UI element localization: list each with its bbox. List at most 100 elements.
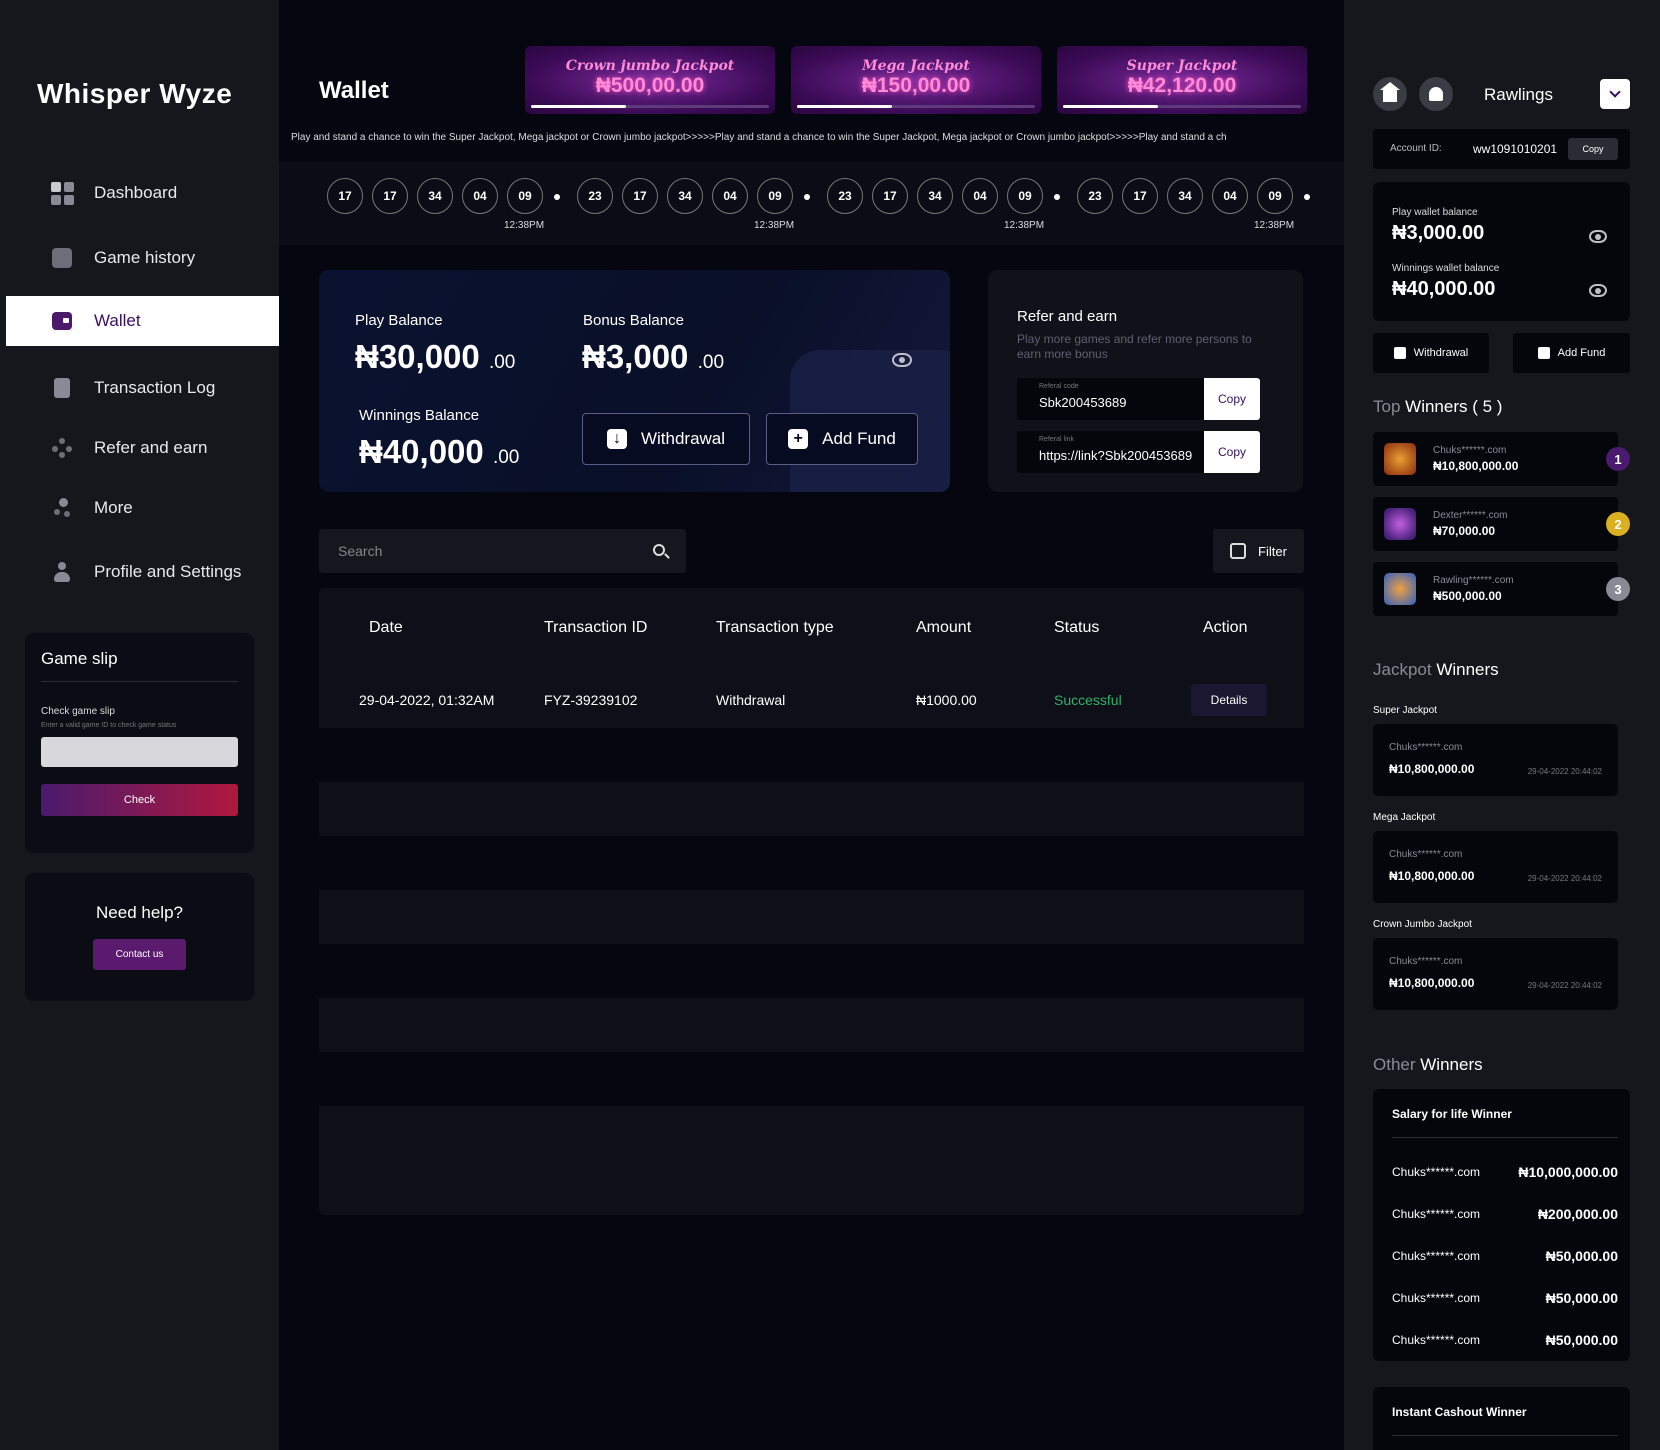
draw-separator-dot <box>804 194 810 200</box>
game-id-input[interactable] <box>41 737 238 767</box>
jackpot-winner-card: Chuks******.com ₦10,800,000.00 29-04-202… <box>1373 938 1618 1010</box>
draw-ball: 09 <box>1257 178 1293 214</box>
copy-link-button[interactable]: Copy <box>1204 431 1260 473</box>
top-winner-item[interactable]: Dexter******.com ₦70,000.00 <box>1373 497 1618 551</box>
filter-button[interactable]: Filter <box>1213 529 1304 573</box>
search-input[interactable] <box>319 529 639 573</box>
column-header: Date <box>369 619 403 636</box>
draw-ball: 34 <box>1167 178 1203 214</box>
game-slip-hint: Enter a valid game ID to check game stat… <box>41 722 177 729</box>
draw-ball: 17 <box>872 178 908 214</box>
play-wallet-amount: ₦3,000.00 <box>1392 222 1485 244</box>
sidebar-item-game-history[interactable]: Game history <box>6 233 279 283</box>
eye-icon[interactable] <box>1589 284 1607 297</box>
salary-for-life-card: Salary for life Winner Chuks******.com ₦… <box>1373 1089 1630 1361</box>
sidebar-item-transaction-log[interactable]: Transaction Log <box>6 363 279 413</box>
withdrawal-button[interactable]: ↓ Withdrawal <box>582 413 750 465</box>
sidebar-item-dashboard[interactable]: Dashboard <box>6 168 279 218</box>
referral-code-label: Referal code <box>1039 383 1079 390</box>
draw-ball: 34 <box>667 178 703 214</box>
withdraw-icon: ↓ <box>606 429 627 449</box>
eye-icon[interactable] <box>1589 230 1607 243</box>
winner-name: Chuks******.com <box>1433 445 1507 456</box>
table-row-empty <box>319 944 1304 998</box>
winner-amount: ₦50,000.00 <box>1545 1290 1618 1306</box>
title-main: Winners <box>1436 660 1499 679</box>
add-fund-button[interactable]: + Add Fund <box>766 413 918 465</box>
top-winners-title: Top Winners ( 5 ) <box>1373 397 1502 417</box>
draw-ball: 04 <box>962 178 998 214</box>
play-balance-decimal: .00 <box>488 352 516 373</box>
jackpot-winner-card: Chuks******.com ₦10,800,000.00 29-04-202… <box>1373 831 1618 903</box>
table-row-empty <box>319 1052 1304 1106</box>
chevron-down-icon <box>1609 86 1621 98</box>
draw-time: 12:38PM <box>754 220 795 231</box>
add-fund-label: Add Fund <box>822 429 896 448</box>
eye-icon[interactable] <box>892 353 912 367</box>
jackpot-progress-fill <box>1063 105 1159 108</box>
table-row-empty <box>319 728 1304 782</box>
check-button[interactable]: Check <box>41 784 238 816</box>
withdrawal-label: Withdrawal <box>640 429 726 448</box>
cell-status: Successful <box>1054 692 1122 708</box>
contact-us-button[interactable]: Contact us <box>92 939 187 970</box>
home-button[interactable] <box>1373 77 1407 111</box>
cell-amount: ₦1000.00 <box>916 692 977 708</box>
jackpot-progress <box>1063 105 1301 108</box>
bonus-balance-amount: ₦3,000 .00 <box>582 338 724 376</box>
jackpot-winner-label: Super Jackpot <box>1373 705 1437 716</box>
details-button[interactable]: Details <box>1191 684 1267 716</box>
winner-avatar <box>1384 573 1416 605</box>
winner-name: Chuks******.com <box>1389 849 1463 860</box>
sidebar-item-wallet[interactable]: Wallet <box>6 296 279 346</box>
transactions-table: Date Transaction ID Transaction type Amo… <box>319 588 1304 1215</box>
winner-name: Chuks******.com <box>1392 1207 1481 1221</box>
jackpot-progress-fill <box>531 105 627 108</box>
top-winner-item[interactable]: Rawling******.com ₦500,000.00 <box>1373 562 1618 616</box>
top-winner-item[interactable]: Chuks******.com ₦10,800,000.00 <box>1373 432 1618 486</box>
game-slip-card: Game slip Check game slip Enter a valid … <box>25 633 254 853</box>
card-title: Salary for life Winner <box>1392 1107 1512 1121</box>
referral-link-value: https://link?Sbk200453689 <box>1039 448 1193 463</box>
play-balance-label: Play Balance <box>355 312 443 329</box>
plus-icon <box>1537 347 1550 359</box>
title-dim: Other <box>1373 1055 1416 1074</box>
winnings-balance-label: Winnings Balance <box>359 407 480 424</box>
refer-title: Refer and earn <box>1017 308 1118 325</box>
bonus-balance-whole: ₦3,000 <box>582 338 689 375</box>
home-icon <box>1380 82 1400 102</box>
user-icon <box>50 560 74 584</box>
copy-account-id-button[interactable]: Copy <box>1568 138 1618 160</box>
winner-amount: ₦200,000.00 <box>1537 1206 1618 1222</box>
withdrawal-button-small[interactable]: Withdrawal <box>1373 333 1489 373</box>
instant-cashout-card: Instant Cashout Winner <box>1373 1387 1630 1450</box>
help-card: Need help? Contact us <box>25 873 254 1001</box>
search-icon[interactable] <box>653 544 665 556</box>
draw-ball: 17 <box>1122 178 1158 214</box>
card-title: Instant Cashout Winner <box>1392 1405 1527 1419</box>
add-fund-button-small[interactable]: Add Fund <box>1513 333 1630 373</box>
copy-code-button[interactable]: Copy <box>1204 378 1260 420</box>
sidebar-item-refer-and-earn[interactable]: Refer and earn <box>6 423 279 473</box>
sidebar-item-label: Refer and earn <box>94 438 208 457</box>
winner-name: Chuks******.com <box>1392 1291 1481 1305</box>
app-logo: Whisper Wyze <box>37 78 233 109</box>
draw-ball: 09 <box>507 178 543 214</box>
draw-ball: 34 <box>917 178 953 214</box>
draw-ball: 17 <box>372 178 408 214</box>
winner-date: 29-04-2022 20:44:02 <box>1527 874 1602 883</box>
jackpot-winners-title: Jackpot Winners <box>1373 660 1499 680</box>
notifications-button[interactable] <box>1419 77 1453 111</box>
winner-name: Chuks******.com <box>1392 1333 1481 1347</box>
jackpot-progress <box>531 105 769 108</box>
table-row[interactable]: 29-04-2022, 01:32AM FYZ-39239102 Withdra… <box>319 674 1304 728</box>
jackpot-card-super: Super Jackpot ₦42,120.00 <box>1057 46 1307 114</box>
draw-ball: 34 <box>417 178 453 214</box>
sidebar-item-profile-and-settings[interactable]: Profile and Settings <box>6 547 279 597</box>
title-dim: Jackpot <box>1373 660 1432 679</box>
sidebar-item-label: Wallet <box>94 311 141 330</box>
sidebar-item-more[interactable]: More <box>6 483 279 533</box>
title-dim: Top <box>1373 397 1401 416</box>
user-menu-dropdown[interactable] <box>1600 79 1630 109</box>
column-header: Action <box>1203 619 1248 636</box>
